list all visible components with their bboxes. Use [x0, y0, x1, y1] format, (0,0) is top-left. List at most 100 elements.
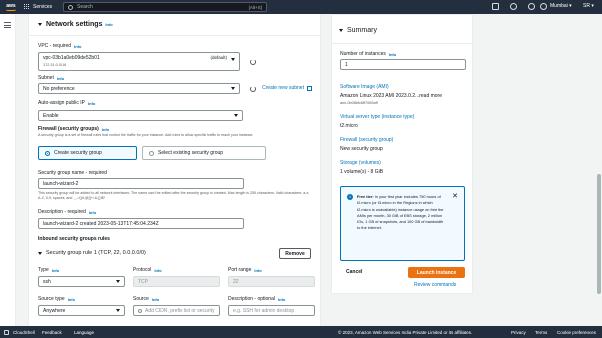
network-settings-header[interactable]: Network settings Info	[38, 21, 113, 28]
option-label: Select existing security group	[158, 150, 224, 156]
cloudshell-icon[interactable]	[4, 329, 9, 335]
sg-name-label: Security group name - required	[38, 170, 107, 176]
ami-id: ami-0b08bfc6ff7069aff	[340, 101, 378, 105]
main-scrollbar[interactable]	[326, 14, 329, 326]
review-commands-link[interactable]: Review commands	[414, 282, 456, 288]
firewall-hint: A security group is a set of firewall ru…	[38, 133, 254, 137]
public-ip-select[interactable]: Enable	[38, 110, 243, 121]
info-link[interactable]: Info	[74, 44, 81, 49]
radio-selected-icon	[45, 150, 50, 156]
info-link[interactable]: Info	[154, 268, 161, 273]
settings-gear-icon[interactable]	[540, 3, 547, 10]
top-nav-bar: aws Services Search [Alt+S] Mumbai ▾ SR …	[0, 0, 602, 14]
firewall-link[interactable]: Firewall (security group)	[340, 137, 393, 143]
vpc-select[interactable]: vpc-03b1a0eb09de52b01 172.31.0.0/16 (def…	[38, 52, 240, 71]
instances-input[interactable]: 1	[340, 59, 466, 70]
services-grid-icon[interactable]	[24, 4, 30, 10]
privacy-link[interactable]: Privacy	[511, 330, 526, 335]
cloudshell-icon[interactable]	[492, 3, 499, 10]
footer-bar: CloudShell Feedback Language © 2023, Ama…	[0, 326, 602, 338]
menu-hamburger-icon[interactable]	[4, 22, 11, 28]
ami-value: Amazon Linux 2023 AMI 2023.0.2...read mo…	[340, 93, 443, 99]
info-link[interactable]: Info	[152, 297, 159, 302]
protocol-label: Protocol Info	[133, 267, 162, 273]
ami-link[interactable]: Software Image (AMI)	[340, 84, 389, 90]
source-type-select[interactable]: Anywhere	[38, 305, 125, 316]
option-label: Create security group	[54, 150, 102, 156]
rule-description-label: Description - optional Info	[228, 296, 286, 302]
info-link[interactable]: Info	[88, 101, 95, 106]
bell-icon[interactable]	[510, 3, 517, 10]
port-range-label: Port range Info	[228, 267, 262, 273]
info-link[interactable]: Info	[102, 127, 109, 132]
refresh-icon[interactable]	[250, 59, 256, 65]
info-link[interactable]: Info	[52, 268, 59, 273]
instance-type-link[interactable]: Virtual server type (instance type)	[340, 114, 414, 120]
page-scrollbar[interactable]	[596, 14, 602, 326]
subnet-value: No preference	[43, 85, 75, 92]
create-security-group-option[interactable]: Create security group	[38, 146, 137, 160]
info-link[interactable]: Info	[89, 210, 96, 215]
external-link-icon	[306, 85, 312, 91]
info-link[interactable]: Info	[254, 268, 261, 273]
rule-title: Security group rule 1 (TCP, 22, 0.0.0.0/…	[46, 250, 146, 256]
section-title: Network settings	[46, 21, 103, 28]
info-link[interactable]: Info	[68, 297, 75, 302]
subnet-select[interactable]: No preference	[38, 83, 240, 94]
close-icon[interactable]: ✕	[452, 192, 458, 200]
launch-instance-button[interactable]: Launch instance	[408, 267, 465, 278]
chevron-down-icon	[231, 87, 235, 90]
remove-rule-button[interactable]: Remove	[279, 248, 311, 259]
cookie-preferences-link[interactable]: Cookie preferences	[557, 330, 596, 335]
search-input[interactable]: Search [Alt+S]	[63, 2, 267, 12]
storage-link[interactable]: Storage (volumes)	[340, 160, 381, 166]
description-input[interactable]: launch-wizard-2 created 2023-05-13T17:45…	[38, 218, 244, 229]
chevron-down-icon	[231, 58, 235, 61]
select-existing-security-group-option[interactable]: Select existing security group	[142, 146, 266, 160]
firewall-value: New security group	[340, 146, 383, 152]
chevron-down-icon	[116, 280, 120, 283]
sg-name-input[interactable]: launch-wizard-2	[38, 178, 244, 189]
refresh-icon[interactable]	[250, 86, 256, 92]
cancel-button[interactable]: Cancel	[346, 269, 362, 275]
services-menu[interactable]: Services	[33, 4, 52, 10]
aws-logo[interactable]: aws	[4, 2, 18, 12]
public-ip-label: Auto-assign public IP Info	[38, 100, 96, 106]
type-label: Type Info	[38, 267, 60, 273]
language-link[interactable]: Language	[74, 330, 94, 335]
info-link[interactable]: Info	[389, 52, 396, 57]
account-menu[interactable]: SR ▾	[583, 3, 594, 9]
feedback-link[interactable]: Feedback	[42, 330, 62, 335]
description-label: Description - required Info	[38, 209, 97, 215]
summary-header[interactable]: Summary	[339, 27, 377, 34]
rule-description-input[interactable]: e.g. SSH for admin desktop	[228, 305, 315, 316]
vpc-label: VPC - required Info	[38, 43, 82, 49]
search-shortcut: [Alt+S]	[248, 4, 262, 10]
info-link[interactable]: Info	[278, 297, 285, 302]
region-selector[interactable]: Mumbai ▾	[550, 3, 572, 9]
rule-header[interactable]: Security group rule 1 (TCP, 22, 0.0.0.0/…	[38, 250, 146, 256]
source-placeholder: Add CIDR, prefix list or security	[145, 307, 215, 314]
source-input[interactable]: Add CIDR, prefix list or security	[133, 305, 220, 316]
source-type-value: Anywhere	[43, 307, 66, 314]
chevron-down-icon	[116, 309, 120, 312]
rule-description-placeholder: e.g. SSH for admin desktop	[233, 307, 295, 314]
radio-icon	[149, 150, 154, 156]
info-link[interactable]: Info	[57, 76, 64, 81]
aws-smile-icon	[6, 9, 16, 11]
source-type-label: Source type Info	[38, 296, 76, 302]
cloudshell-link[interactable]: CloudShell	[13, 330, 35, 335]
terms-link[interactable]: Terms	[535, 330, 547, 335]
create-subnet-link[interactable]: Create new subnet	[262, 85, 312, 91]
type-select[interactable]: ssh	[38, 276, 125, 287]
scrollbar-thumb[interactable]	[597, 174, 601, 294]
network-settings-panel: Network settings Info VPC - required Info…	[28, 14, 321, 326]
type-value: ssh	[43, 278, 51, 285]
info-link[interactable]: Info	[105, 22, 112, 27]
info-circle-icon: i	[347, 194, 353, 200]
help-icon[interactable]	[528, 3, 535, 10]
copyright-text: © 2023, Amazon Web Services India Privat…	[338, 329, 473, 335]
summary-panel: Summary Number of instances Info 1 Softwa…	[331, 14, 474, 269]
subnet-label: Subnet Info	[38, 75, 65, 81]
firewall-label: Firewall (security groups) Info	[38, 126, 110, 132]
